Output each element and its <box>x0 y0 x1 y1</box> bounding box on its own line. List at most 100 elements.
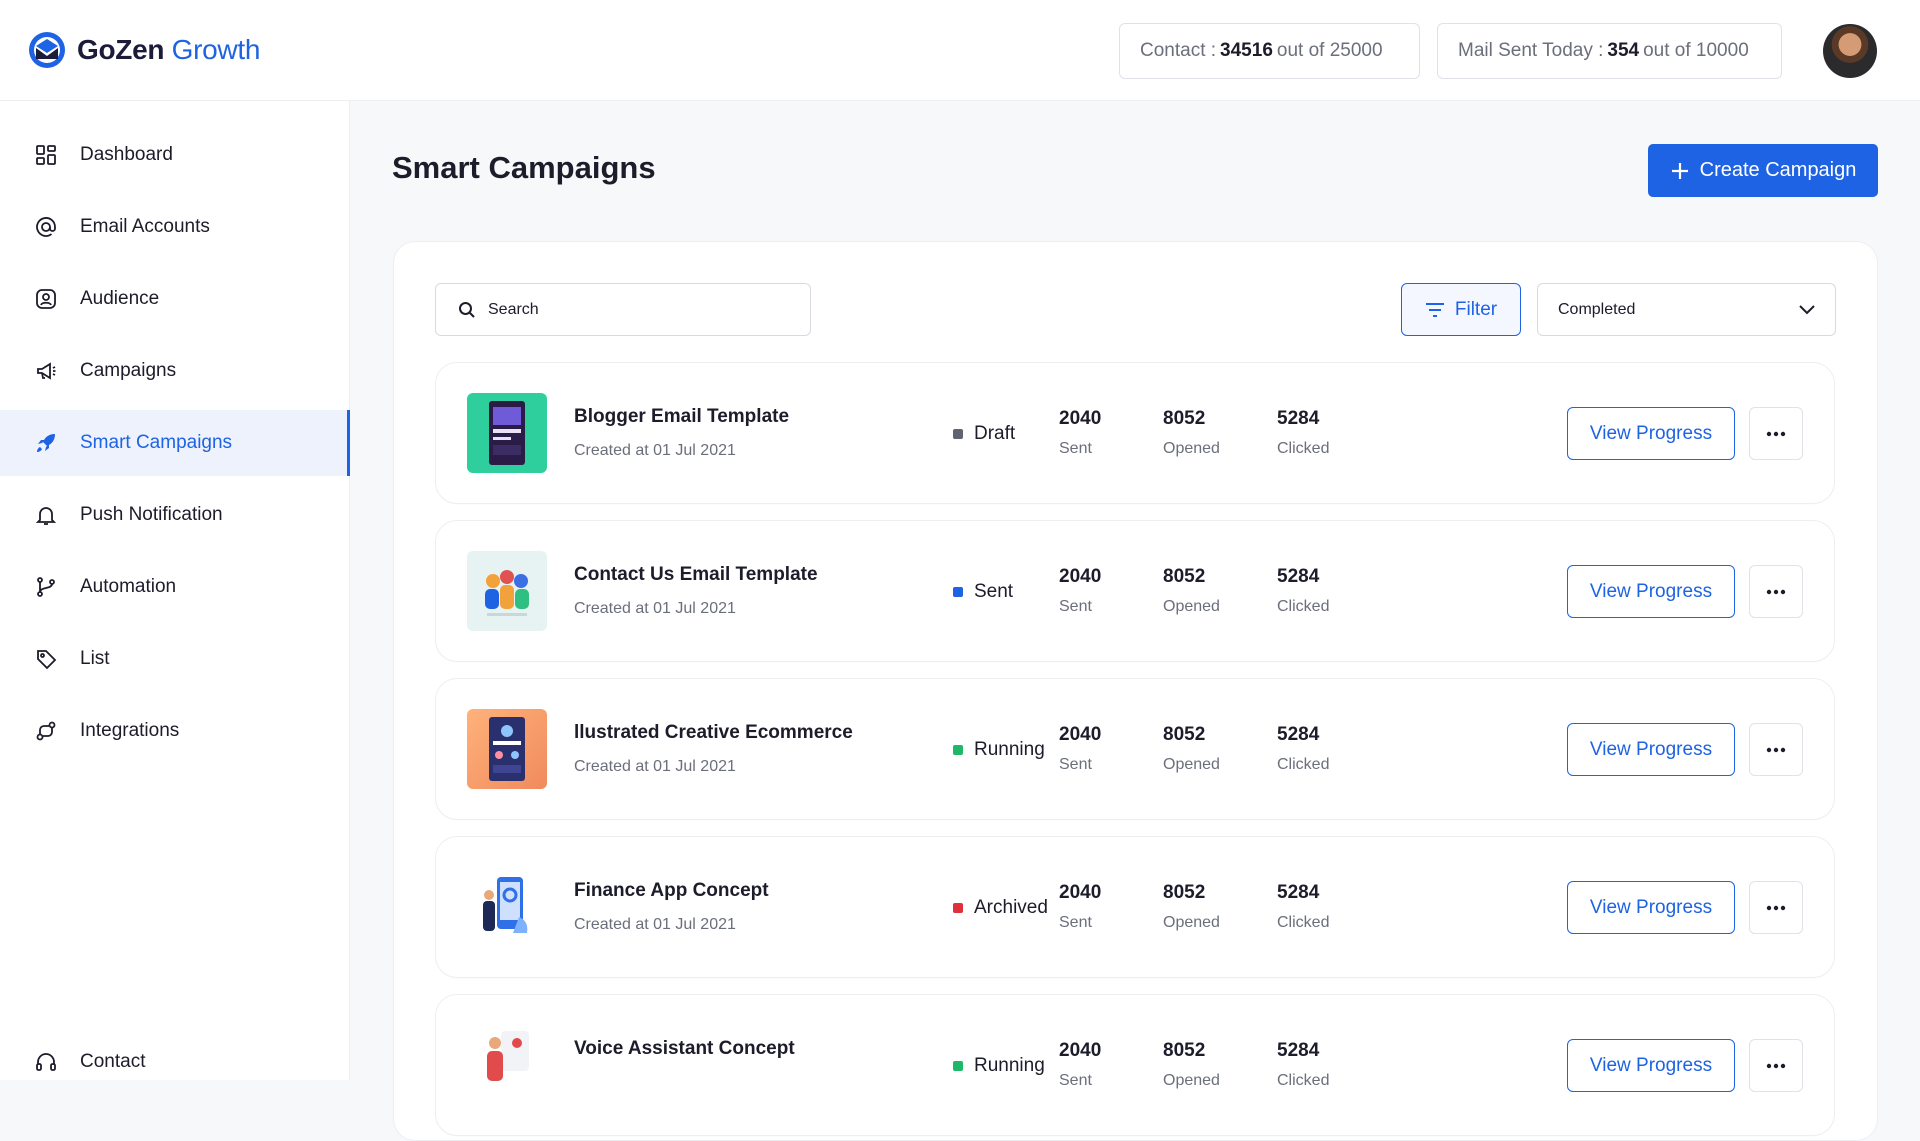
campaign-thumbnail <box>467 1025 547 1105</box>
metric-clicked-label: Clicked <box>1277 1072 1330 1089</box>
avatar[interactable] <box>1823 24 1877 78</box>
campaign-created-date: Created at 01 Jul 2021 <box>574 442 736 459</box>
metric-clicked-label: Clicked <box>1277 440 1330 457</box>
campaign-row: llustrated Creative Ecommerce Created at… <box>435 678 1835 820</box>
campaign-thumbnail <box>467 551 547 631</box>
search-box[interactable] <box>435 283 811 336</box>
sidebar-item-label: Smart Campaigns <box>80 432 233 453</box>
campaign-row: Voice Assistant Concept Running 2040 Sen… <box>435 994 1835 1136</box>
sidebar-item-label: Integrations <box>80 720 180 741</box>
filter-icon <box>1425 302 1444 317</box>
at-icon <box>34 215 58 239</box>
metric-sent-label: Sent <box>1059 914 1092 931</box>
metric-sent-label: Sent <box>1059 440 1092 457</box>
status-dot <box>953 903 963 913</box>
sidebar-item-campaigns[interactable]: Campaigns <box>0 338 350 404</box>
metric-sent: 2040 Sent <box>1059 566 1101 616</box>
sidebar-item-dashboard[interactable]: Dashboard <box>0 122 350 188</box>
metric-opened-label: Opened <box>1163 1072 1220 1089</box>
status-badge: Running <box>953 739 1045 761</box>
sidebar-item-integrations[interactable]: Integrations <box>0 698 350 764</box>
metric-clicked: 5284 Clicked <box>1277 566 1329 616</box>
campaign-name: Contact Us Email Template <box>574 564 818 585</box>
campaign-name: Blogger Email Template <box>574 406 790 427</box>
mail-sent-stat: Mail Sent Today :354 out of 10000 <box>1437 23 1782 79</box>
view-progress-button[interactable]: View Progress <box>1567 407 1735 460</box>
campaign-name: llustrated Creative Ecommerce <box>574 722 853 743</box>
metric-sent-value: 2040 <box>1059 408 1102 429</box>
sidebar: Dashboard Email Accounts Audience Campai… <box>0 101 350 1080</box>
more-options-button[interactable] <box>1749 723 1803 776</box>
view-progress-button[interactable]: View Progress <box>1567 881 1735 934</box>
metric-sent: 2040 Sent <box>1059 882 1101 932</box>
rocket-icon <box>34 431 58 455</box>
metric-opened-value: 8052 <box>1163 882 1206 903</box>
more-options-button[interactable] <box>1749 565 1803 618</box>
sidebar-item-label: Dashboard <box>80 144 173 165</box>
metric-opened-label: Opened <box>1163 598 1220 615</box>
metric-sent-label: Sent <box>1059 756 1092 773</box>
metric-sent: 2040 Sent <box>1059 408 1101 458</box>
metric-opened-value: 8052 <box>1163 566 1206 587</box>
integrations-icon <box>34 719 58 743</box>
campaign-name: Finance App Concept <box>574 880 769 901</box>
metric-opened: 8052 Opened <box>1163 724 1220 774</box>
sidebar-item-label: Campaigns <box>80 360 177 381</box>
sidebar-item-contact[interactable]: Contact <box>0 1029 350 1095</box>
metric-clicked-label: Clicked <box>1277 756 1330 773</box>
campaign-thumbnail <box>467 867 547 947</box>
dashboard-icon <box>34 143 58 167</box>
view-progress-button[interactable]: View Progress <box>1567 723 1735 776</box>
metric-clicked-value: 5284 <box>1277 882 1320 903</box>
create-campaign-button[interactable]: Create Campaign <box>1648 144 1878 197</box>
contact-stat: Contact :34516 out of 25000 <box>1119 23 1420 79</box>
more-options-button[interactable] <box>1749 881 1803 934</box>
view-progress-button[interactable]: View Progress <box>1567 565 1735 618</box>
more-horizontal-icon <box>1766 747 1786 752</box>
tag-icon <box>34 647 58 671</box>
sidebar-item-smart-campaigns[interactable]: Smart Campaigns <box>0 410 350 476</box>
more-horizontal-icon <box>1766 1063 1786 1068</box>
metric-clicked: 5284 Clicked <box>1277 408 1329 458</box>
metric-sent-value: 2040 <box>1059 724 1102 745</box>
metric-opened-label: Opened <box>1163 914 1220 931</box>
more-options-button[interactable] <box>1749 1039 1803 1092</box>
logo[interactable]: GoZen Growth <box>27 30 260 70</box>
logo-icon <box>29 32 65 68</box>
headset-icon <box>34 1050 58 1074</box>
more-horizontal-icon <box>1766 589 1786 594</box>
metric-sent-value: 2040 <box>1059 1040 1102 1061</box>
campaign-created-date: Created at 01 Jul 2021 <box>574 758 736 775</box>
status-select[interactable]: Completed <box>1537 283 1836 336</box>
sidebar-item-label: Automation <box>80 576 177 597</box>
status-label: Running <box>974 1055 1045 1076</box>
plus-icon <box>1671 162 1688 179</box>
sidebar-item-email-accounts[interactable]: Email Accounts <box>0 194 350 260</box>
sidebar-item-audience[interactable]: Audience <box>0 266 350 332</box>
sidebar-item-automation[interactable]: Automation <box>0 554 350 620</box>
metric-opened: 8052 Opened <box>1163 566 1220 616</box>
sidebar-item-list[interactable]: List <box>0 626 350 692</box>
status-dot <box>953 429 963 439</box>
bell-icon <box>34 503 58 527</box>
status-badge: Sent <box>953 581 1013 603</box>
filter-button[interactable]: Filter <box>1401 283 1521 336</box>
view-progress-button[interactable]: View Progress <box>1567 1039 1735 1092</box>
campaign-created-date: Created at 01 Jul 2021 <box>574 600 736 617</box>
chevron-down-icon <box>1799 304 1815 314</box>
sidebar-item-label: Audience <box>80 288 160 309</box>
metric-opened: 8052 Opened <box>1163 1040 1220 1090</box>
sidebar-item-push-notification[interactable]: Push Notification <box>0 482 350 548</box>
search-icon <box>459 301 475 318</box>
status-label: Draft <box>974 423 1016 444</box>
more-options-button[interactable] <box>1749 407 1803 460</box>
status-dot <box>953 1061 963 1071</box>
metric-opened-value: 8052 <box>1163 1040 1206 1061</box>
metric-sent: 2040 Sent <box>1059 724 1101 774</box>
search-input[interactable] <box>488 300 788 319</box>
metric-clicked: 5284 Clicked <box>1277 724 1329 774</box>
metric-opened-value: 8052 <box>1163 408 1206 429</box>
metric-clicked-value: 5284 <box>1277 566 1320 587</box>
campaign-row: Blogger Email Template Created at 01 Jul… <box>435 362 1835 504</box>
more-horizontal-icon <box>1766 905 1786 910</box>
